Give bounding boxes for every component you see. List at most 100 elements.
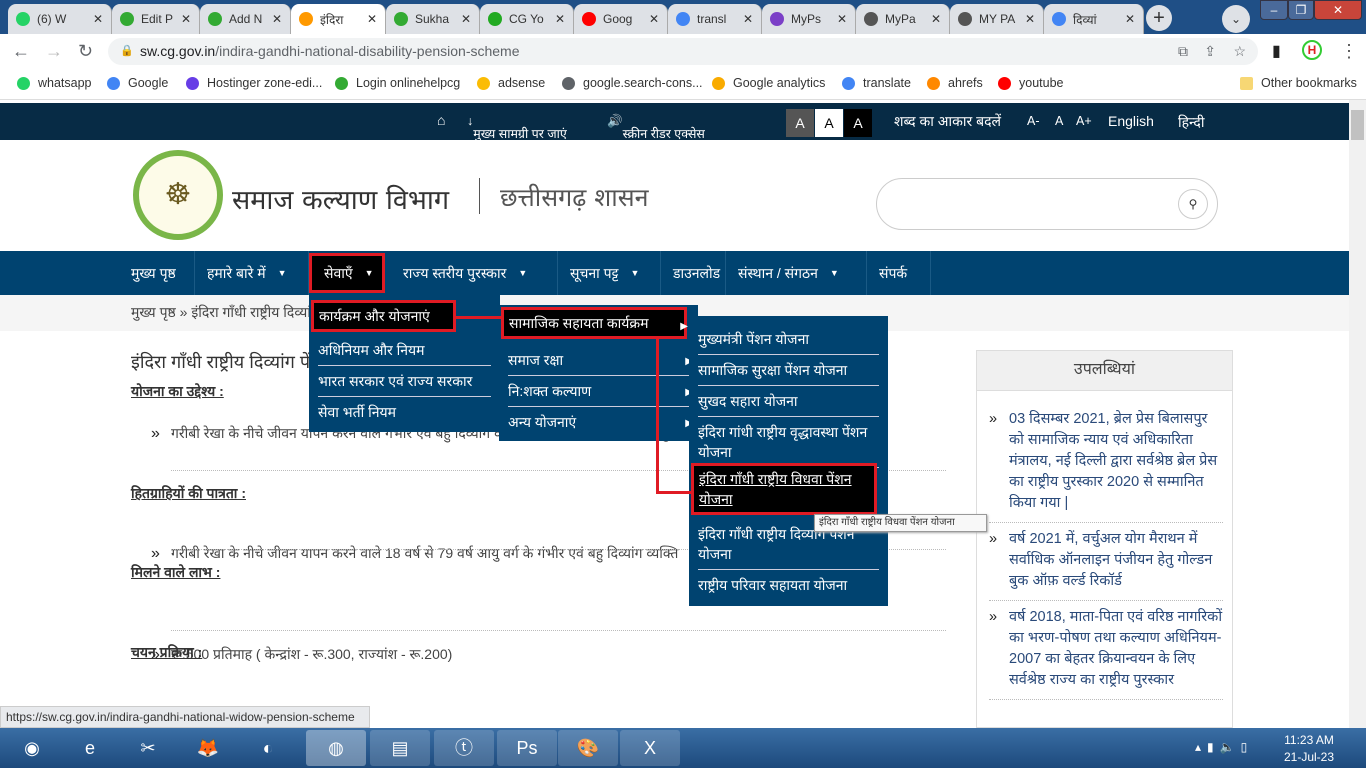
menu-item[interactable]: मुख्यमंत्री पेंशन योजना [698,324,879,355]
menu-item[interactable]: सामाजिक सहायता कार्यक्रम ▶ [501,307,688,339]
browser-tab[interactable]: दिव्यां ✕ [1044,4,1144,34]
menu-item[interactable]: सामाजिक सुरक्षा पेंशन योजना [698,355,879,386]
browser-tab[interactable]: Goog ✕ [574,4,668,34]
browser-tab[interactable]: CG Yo ✕ [480,4,574,34]
close-tab-icon[interactable]: ✕ [272,12,282,26]
nav-item[interactable]: हमारे बारे में ▼ [195,251,309,295]
bookmark-item[interactable]: translate [842,76,911,90]
close-tab-icon[interactable]: ✕ [1025,12,1035,26]
close-tab-icon[interactable]: ✕ [93,12,103,26]
reload-icon[interactable]: ↻ [78,41,93,62]
explorer-icon[interactable]: ▤ [370,730,430,766]
menu-item[interactable]: अन्य योजनाएं▶ [508,407,693,437]
menu-kebab-icon[interactable]: ⋮ [1340,41,1358,62]
ie-icon[interactable]: e [60,730,120,766]
achievement-item[interactable]: 03 दिसम्बर 2021, ब्रेल प्रेस बिलासपुर को… [989,409,1223,523]
teamviewer-icon[interactable]: ⓣ [434,730,494,766]
bookmark-item[interactable]: youtube [998,76,1063,90]
snipping-icon[interactable]: ✂ [118,730,178,766]
menu-item[interactable]: सुखद सहारा योजना [698,386,879,417]
menu-item[interactable]: नि:शक्त कल्याण▶ [508,376,693,407]
excel-icon[interactable]: X [620,730,680,766]
firefox-icon[interactable]: 🦊 [178,730,238,766]
cg-emblem-logo[interactable]: ☸ [133,150,223,240]
menu-item[interactable]: कार्यक्रम और योजनाएं [311,300,456,332]
chrome-icon[interactable]: ◍ [306,730,366,766]
edge-icon[interactable]: ◐ [238,730,298,766]
font-increase-button[interactable]: A+ [1076,114,1092,128]
browser-tab[interactable]: Edit P ✕ [112,4,200,34]
nav-item[interactable]: संपर्क [867,251,931,295]
clock[interactable]: 11:23 AM 21-Jul-23 [1284,733,1334,764]
close-tab-icon[interactable]: ✕ [743,12,753,26]
paint-icon[interactable]: 🎨 [558,730,618,766]
menu-item[interactable]: इंदिरा गांधी राष्ट्रीय वृद्धावस्था पेंशन… [698,417,879,468]
close-tab-icon[interactable]: ✕ [1125,12,1135,26]
menu-item[interactable]: भारत सरकार एवं राज्य सरकार [318,366,491,397]
achievement-item[interactable]: वर्ष 2021 में, वर्चुअल योग मैराथन में सर… [989,529,1223,601]
english-link[interactable]: English [1108,113,1154,129]
screen-reader-link[interactable]: 🔊 स्क्रीन रीडर एक्सेस [607,114,705,141]
achievement-item[interactable]: वर्ष 2018, माता-पिता एवं वरिष्ठ नागरिकों… [989,607,1223,700]
start-icon[interactable]: ◉ [2,730,62,766]
bookmark-item[interactable]: ahrefs [927,76,983,90]
new-tab-button[interactable]: + [1146,5,1172,31]
menu-item[interactable]: इंदिरा गाँधी राष्ट्रीय विधवा पेंशन योजना [691,463,877,515]
scrollbar-thumb[interactable] [1351,110,1364,140]
browser-tab[interactable]: MY PA ✕ [950,4,1044,34]
nav-item[interactable]: संस्थान / संगठन ▼ [726,251,867,295]
bookmark-item[interactable]: google.search-cons... [562,76,703,90]
browser-tab[interactable]: Sukha ✕ [386,4,480,34]
tab-search-button[interactable]: ⌄ [1222,5,1250,33]
bookmark-item[interactable]: whatsapp [17,76,92,90]
font-normal-button[interactable]: A [1055,114,1063,128]
browser-tab[interactable]: इंदिरा ✕ [291,4,386,34]
menu-item[interactable]: समाज रक्षा▶ [508,345,693,376]
bookmark-item[interactable]: Google analytics [712,76,825,90]
forward-icon[interactable]: → [45,41,63,62]
contrast-white-button[interactable]: A [815,109,843,137]
close-tab-icon[interactable]: ✕ [555,12,565,26]
bookmark-star-icon[interactable]: ☆ [1233,38,1246,65]
menu-item[interactable]: अधिनियम और नियम [318,335,491,366]
nav-item[interactable]: डाउनलोड [661,251,726,295]
profile-avatar[interactable]: H [1302,40,1322,60]
close-tab-icon[interactable]: ✕ [181,12,191,26]
close-tab-icon[interactable]: ✕ [837,12,847,26]
close-tab-icon[interactable]: ✕ [461,12,471,26]
page-scrollbar[interactable] [1349,100,1366,728]
nav-item[interactable]: सेवाएँ ▼ [309,253,385,293]
translate-icon[interactable]: ⧉ [1178,38,1188,65]
tray-icons[interactable]: ▴▮🔈▯ [1195,740,1253,754]
hindi-link[interactable]: हिन्दी [1178,113,1204,132]
browser-tab[interactable]: MyPs ✕ [762,4,856,34]
bookmark-item[interactable]: Login onlinehelpcg [335,76,460,90]
browser-tab[interactable]: (6) W ✕ [8,4,112,34]
browser-tab[interactable]: transl ✕ [668,4,762,34]
menu-item[interactable]: राष्ट्रीय परिवार सहायता योजना [698,570,879,600]
bookmark-item[interactable]: Hostinger zone-edi... [186,76,322,90]
close-tab-icon[interactable]: ✕ [649,12,659,26]
browser-tab[interactable]: MyPa ✕ [856,4,950,34]
browser-tab[interactable]: Add N ✕ [200,4,291,34]
skip-to-content-link[interactable]: ↓ मुख्य सामग्री पर जाएं [467,114,567,141]
search-icon[interactable]: ⚲ [1178,189,1208,219]
font-decrease-button[interactable]: A- [1027,114,1040,128]
nav-item[interactable]: मुख्य पृष्ठ [119,251,195,295]
url-input[interactable]: 🔒 sw.cg.gov.in/indira-gandhi-national-dis… [108,38,1258,65]
menu-item[interactable]: सेवा भर्ती नियम [318,397,491,427]
share-icon[interactable]: ⇪ [1204,38,1216,65]
minimize-button[interactable]: – [1260,0,1288,20]
close-window-button[interactable]: ✕ [1314,0,1362,20]
search-input[interactable] [876,178,1218,230]
home-icon[interactable]: ⌂ [437,112,445,128]
close-tab-icon[interactable]: ✕ [367,12,377,26]
side-panel-icon[interactable]: ▮ [1272,41,1281,61]
contrast-gray-button[interactable]: A [786,109,814,137]
nav-item[interactable]: सूचना पट्ट ▼ [558,251,661,295]
back-icon[interactable]: ← [12,41,30,62]
bookmark-item[interactable]: adsense [477,76,545,90]
photoshop-icon[interactable]: Ps [497,730,557,766]
bookmark-item[interactable]: Google [107,76,168,90]
other-bookmarks[interactable]: Other bookmarks [1240,76,1357,90]
